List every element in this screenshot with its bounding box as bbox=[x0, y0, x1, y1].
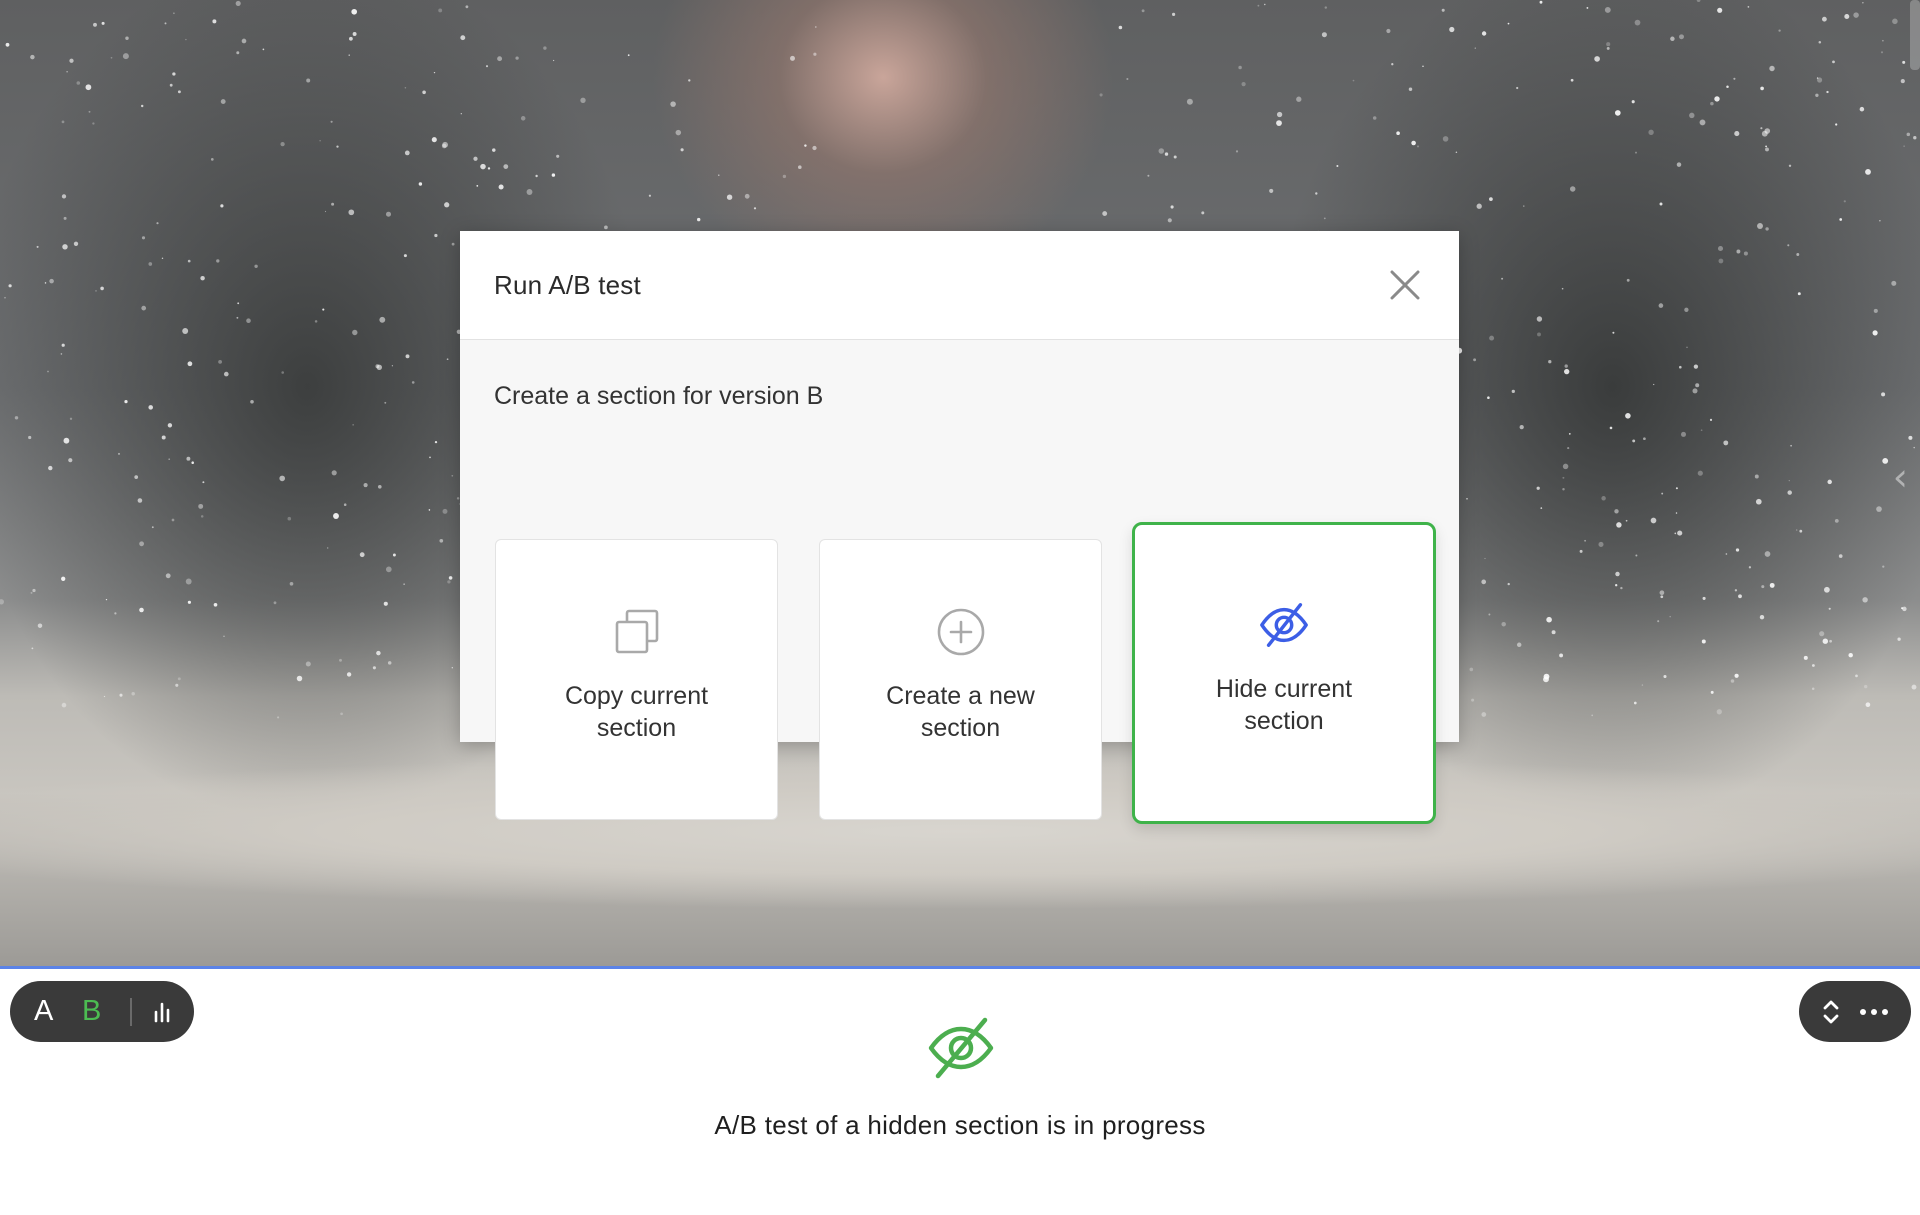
collapse-handle-icon[interactable]: ‹ bbox=[1893, 455, 1908, 499]
modal-body: Create a section for version B Copy curr… bbox=[460, 340, 1459, 824]
more-options-button[interactable] bbox=[1859, 1007, 1889, 1017]
more-horizontal-icon bbox=[1860, 1008, 1888, 1015]
bar-chart-icon bbox=[154, 1002, 170, 1022]
section-toolbar bbox=[1799, 981, 1911, 1042]
ab-test-modal: Run A/B test Create a section for versio… bbox=[460, 231, 1459, 824]
ab-stats-button[interactable] bbox=[152, 1001, 174, 1023]
page-scrollbar[interactable] bbox=[1910, 0, 1920, 70]
version-a-button[interactable]: A bbox=[34, 995, 82, 1028]
ab-version-toolbar: A B bbox=[10, 981, 194, 1042]
modal-subtitle: Create a section for version B bbox=[494, 382, 824, 410]
option-label: Create a new section bbox=[886, 682, 1035, 742]
create-new-section-option[interactable]: Create a new section bbox=[819, 539, 1102, 820]
eye-slash-icon bbox=[926, 1017, 996, 1079]
move-section-button[interactable] bbox=[1821, 997, 1841, 1027]
hidden-section-message: A/B test of a hidden section is in progr… bbox=[714, 1110, 1206, 1140]
copy-current-section-option[interactable]: Copy current section bbox=[495, 539, 778, 820]
modal-title: Run A/B test bbox=[494, 269, 641, 300]
hide-current-section-option[interactable]: Hide current section bbox=[1132, 522, 1436, 824]
section-selected-divider bbox=[0, 966, 1920, 969]
plus-circle-icon bbox=[935, 606, 987, 658]
eye-slash-icon bbox=[1258, 599, 1310, 651]
close-icon bbox=[1390, 270, 1420, 300]
modal-header: Run A/B test bbox=[460, 231, 1459, 340]
chevron-up-down-icon bbox=[1823, 1000, 1839, 1023]
version-b-button[interactable]: B bbox=[82, 995, 130, 1028]
option-label: Copy current section bbox=[564, 682, 709, 742]
toolbar-divider bbox=[130, 997, 132, 1026]
close-button[interactable] bbox=[1385, 265, 1425, 305]
option-label: Hide current section bbox=[1215, 675, 1353, 735]
copy-icon bbox=[611, 606, 663, 658]
